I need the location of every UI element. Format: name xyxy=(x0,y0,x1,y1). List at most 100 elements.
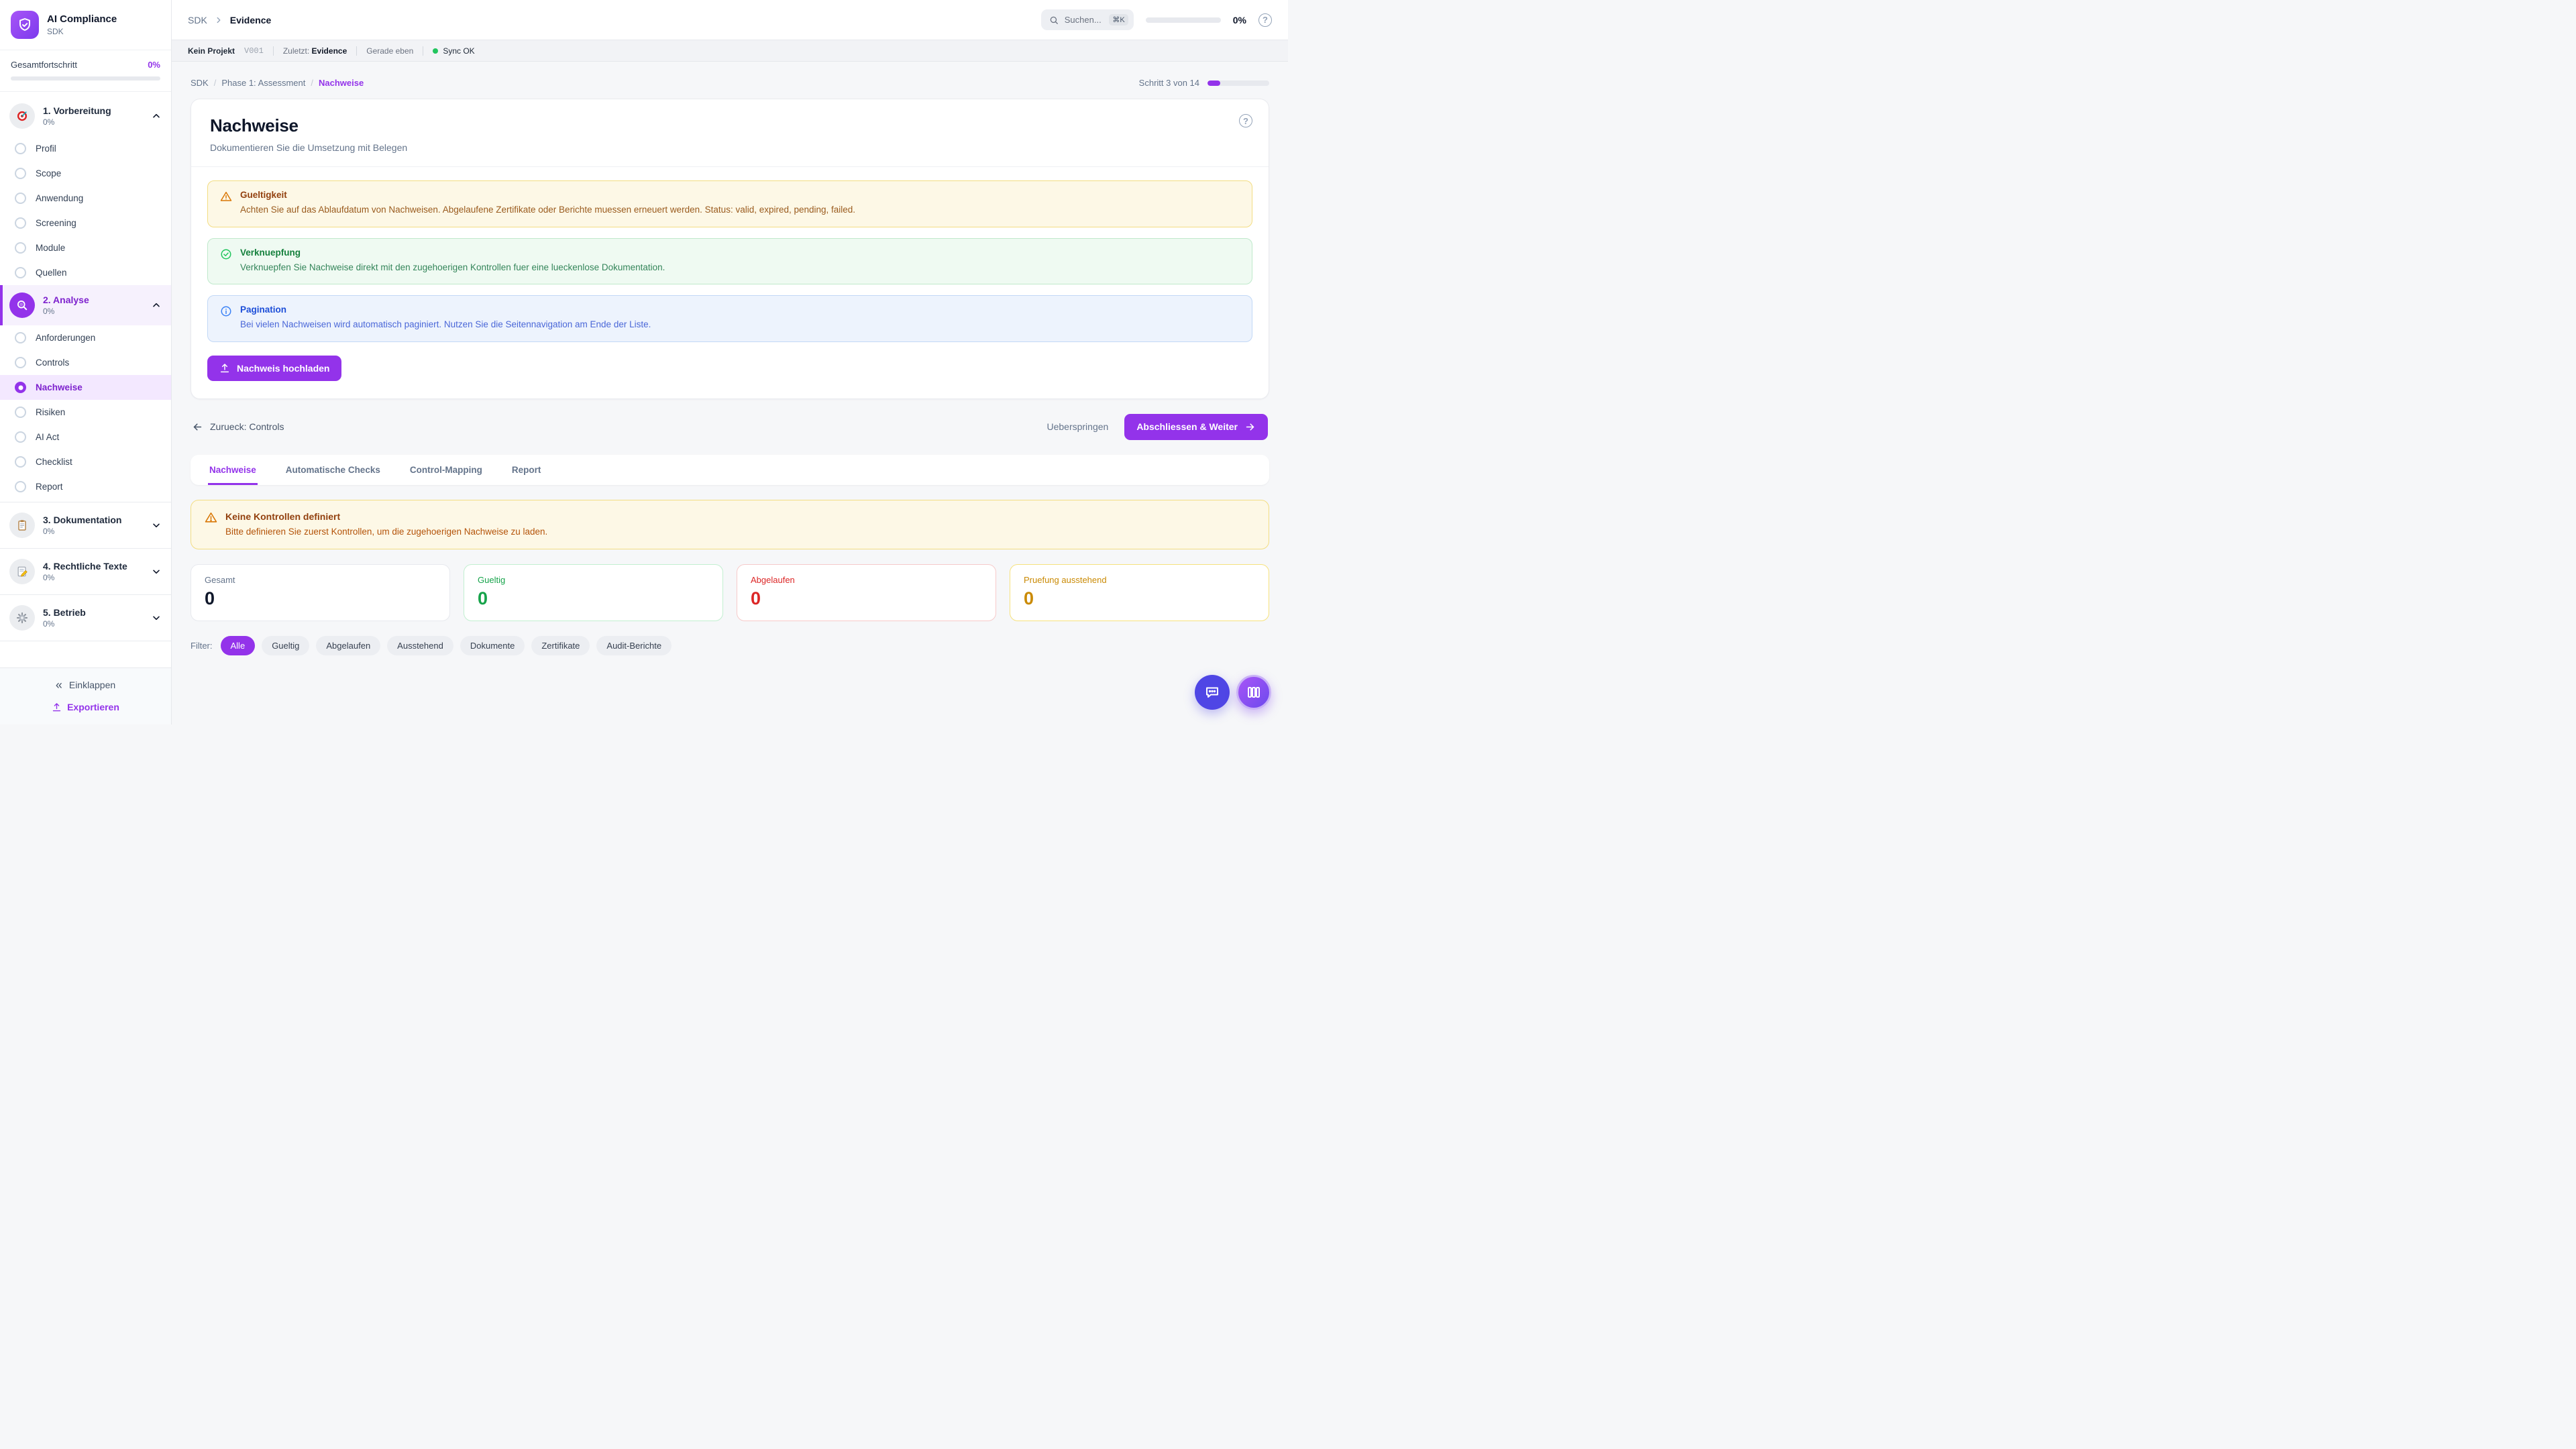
search-shortcut-badge: ⌘K xyxy=(1109,14,1128,25)
stat-card-pruefung-ausstehend: Pruefung ausstehend0 xyxy=(1010,564,1269,621)
sidebar-footer: « Einklappen Exportieren xyxy=(0,667,171,724)
sidebar-item-quellen[interactable]: Quellen xyxy=(0,260,171,285)
sidebar-item-checklist[interactable]: Checklist xyxy=(0,449,171,474)
topbar-progress-value: 0% xyxy=(1233,15,1246,25)
sidebar-item-label: Scope xyxy=(36,168,61,178)
card-help-icon[interactable]: ? xyxy=(1239,114,1252,127)
stat-label: Gueltig xyxy=(478,575,709,585)
chevron-down-icon xyxy=(151,566,162,577)
stat-value: 0 xyxy=(205,588,436,609)
gear-icon xyxy=(9,605,35,631)
sidebar-item-anforderungen[interactable]: Anforderungen xyxy=(0,325,171,350)
help-icon[interactable]: ? xyxy=(1258,13,1272,27)
step-status-circle xyxy=(15,456,26,468)
sidebar-item-risiken[interactable]: Risiken xyxy=(0,400,171,425)
filter-row: Filter: Alle Gueltig Abgelaufen Ausstehend D… xyxy=(191,636,1269,655)
section-progress: 0% xyxy=(43,307,89,316)
filter-pill-ausstehend[interactable]: Ausstehend xyxy=(387,636,453,655)
divider xyxy=(273,46,274,56)
section-progress: 0% xyxy=(43,573,127,582)
memo-icon xyxy=(9,559,35,584)
tab-automatische-checks[interactable]: Automatische Checks xyxy=(284,455,382,485)
last-saved-time: Gerade eben xyxy=(366,46,413,56)
divider xyxy=(0,548,171,549)
filter-pill-dokumente[interactable]: Dokumente xyxy=(460,636,525,655)
filter-pill-audit-berichte[interactable]: Audit-Berichte xyxy=(596,636,672,655)
sidebar-item-scope[interactable]: Scope xyxy=(0,161,171,186)
sidebar-item-label: Quellen xyxy=(36,268,67,278)
collapse-sidebar-button[interactable]: « Einklappen xyxy=(9,679,162,691)
filter-pill-gueltig[interactable]: Gueltig xyxy=(262,636,309,655)
filter-label: Filter: xyxy=(191,641,213,651)
page-subtitle: Dokumentieren Sie die Umsetzung mit Bele… xyxy=(210,142,1250,153)
note-title: Gueltigkeit xyxy=(240,190,855,200)
overall-progress-value: 0% xyxy=(148,60,160,70)
sidebar-item-nachweise[interactable]: Nachweise xyxy=(0,375,171,400)
section-title: 1. Vorbereitung xyxy=(43,105,111,116)
filter-pill-zertifikate[interactable]: Zertifikate xyxy=(531,636,590,655)
complete-next-button[interactable]: Abschliessen & Weiter xyxy=(1124,414,1268,440)
sidebar-item-label: Report xyxy=(36,482,63,492)
sidebar-item-profil[interactable]: Profil xyxy=(0,136,171,161)
columns-fab-button[interactable] xyxy=(1236,675,1271,710)
chat-fab-button[interactable] xyxy=(1195,675,1230,710)
filter-pill-abgelaufen[interactable]: Abgelaufen xyxy=(316,636,380,655)
step-card: Nachweise Dokumentieren Sie die Umsetzun… xyxy=(191,99,1269,399)
step-status-circle xyxy=(15,332,26,343)
no-controls-warning: Keine Kontrollen definiert Bitte definie… xyxy=(191,500,1269,549)
breadcrumb-current: Evidence xyxy=(230,15,271,25)
section-title: 2. Analyse xyxy=(43,294,89,305)
sidebar-section-3-dokumentation[interactable]: 3. Dokumentation0% xyxy=(0,505,171,545)
sidebar-item-label: Profil xyxy=(36,144,56,154)
skip-button[interactable]: Ueberspringen xyxy=(1046,421,1108,432)
warning-text: Bitte definieren Sie zuerst Kontrollen, … xyxy=(225,527,547,537)
note-verknuepfung: VerknuepfungVerknuepfen Sie Nachweise di… xyxy=(207,238,1252,285)
upload-button-label: Nachweis hochladen xyxy=(237,363,329,374)
sidebar-section-2-analyse[interactable]: 2. Analyse 0% xyxy=(0,285,171,325)
sidebar-item-ai-act[interactable]: AI Act xyxy=(0,425,171,449)
topbar-breadcrumb: SDK Evidence xyxy=(188,15,271,25)
breadcrumb-root[interactable]: SDK xyxy=(188,15,207,25)
statusbar: Kein Projekt V001 Zuletzt: Evidence Gera… xyxy=(172,40,1288,62)
app-title: AI Compliance xyxy=(47,13,117,25)
tab-nachweise[interactable]: Nachweise xyxy=(208,455,258,485)
warning-icon xyxy=(205,511,217,537)
sidebar-item-controls[interactable]: Controls xyxy=(0,350,171,375)
stat-value: 0 xyxy=(1024,588,1255,609)
divider xyxy=(0,594,171,595)
tab-report[interactable]: Report xyxy=(511,455,543,485)
back-link[interactable]: Zurueck: Controls xyxy=(192,421,284,433)
step-status-circle xyxy=(15,481,26,492)
sidebar-section-4-rechtliche-texte[interactable]: 4. Rechtliche Texte0% xyxy=(0,551,171,592)
search-input[interactable]: Suchen... ⌘K xyxy=(1041,9,1134,30)
tab-control-mapping[interactable]: Control-Mapping xyxy=(409,455,484,485)
sidebar-item-anwendung[interactable]: Anwendung xyxy=(0,186,171,211)
version-badge: V001 xyxy=(244,46,264,56)
step-status-circle xyxy=(15,431,26,443)
app-header: AI Compliance SDK xyxy=(0,0,171,50)
upload-icon xyxy=(219,363,230,374)
overall-progress: Gesamtfortschritt 0% xyxy=(0,50,171,92)
sidebar-item-label: Screening xyxy=(36,218,76,228)
app-title-block: AI Compliance SDK xyxy=(47,13,117,36)
sidebar-item-report[interactable]: Report xyxy=(0,474,171,499)
sidebar-section-1-vorbereitung[interactable]: 1. Vorbereitung0% xyxy=(0,96,171,136)
chevron-down-icon xyxy=(151,612,162,623)
export-button[interactable]: Exportieren xyxy=(9,702,162,712)
upload-evidence-button[interactable]: Nachweis hochladen xyxy=(207,356,341,381)
chevron-right-icon xyxy=(214,15,223,25)
breadcrumb-phase[interactable]: Phase 1: Assessment xyxy=(221,78,305,88)
sidebar-item-label: Risiken xyxy=(36,407,65,417)
search-icon xyxy=(1049,15,1059,25)
sidebar-item-screening[interactable]: Screening xyxy=(0,211,171,235)
sidebar-item-module[interactable]: Module xyxy=(0,235,171,260)
clipboard-icon xyxy=(9,513,35,538)
step-status-circle xyxy=(15,407,26,418)
section-progress: 0% xyxy=(43,619,86,629)
sidebar-item-label: Nachweise xyxy=(36,382,83,392)
sidebar-item-label: Checklist xyxy=(36,457,72,467)
breadcrumb-sdk[interactable]: SDK xyxy=(191,78,209,88)
filter-pill-alle[interactable]: Alle xyxy=(221,636,256,655)
topbar-progress-track xyxy=(1146,17,1221,23)
sidebar-section-5-betrieb[interactable]: 5. Betrieb0% xyxy=(0,598,171,638)
